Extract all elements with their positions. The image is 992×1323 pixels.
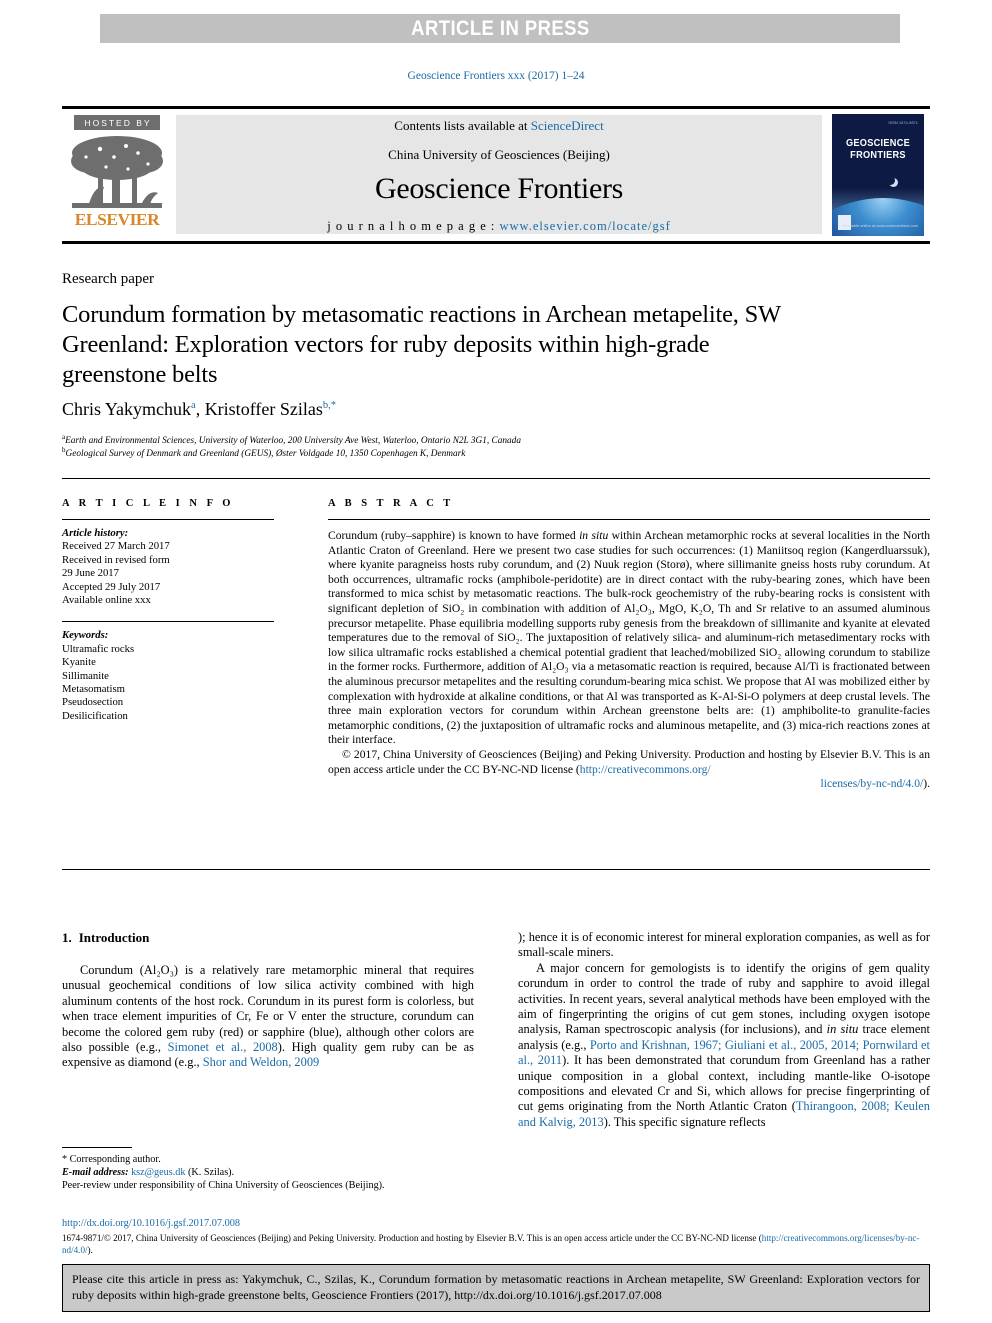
- abstract-body: Corundum (ruby–sapphire) is known to hav…: [328, 529, 930, 792]
- history-item: Received 27 March 2017: [62, 540, 170, 553]
- elsevier-hosted-block: HOSTED BY ELSEVIER: [62, 109, 172, 241]
- cover-issn-mark: ISSN 1674-9871: [888, 120, 918, 125]
- intro-paragraph-2: A major concern for gemologists is to id…: [518, 961, 930, 1130]
- body-column-left: 1. Introduction Corundum (Al₂O₃) is a rel…: [62, 930, 474, 1071]
- journal-cover-block: ISSN 1674-9871 GEOSCIENCE FRONTIERS Avai…: [826, 109, 930, 241]
- running-head: Geoscience Frontiers xxx (2017) 1–24: [407, 70, 585, 82]
- corresponding-author-marker: *: [330, 400, 336, 411]
- license-link-part1[interactable]: http://creativecommons.org/: [580, 763, 711, 776]
- keyword-item: Sillimanite: [62, 669, 109, 682]
- journal-masthead: HOSTED BY ELSEVIER Contents lists availa…: [62, 106, 930, 244]
- contents-lists-line: Contents lists available at ScienceDirec…: [394, 118, 603, 134]
- abstract-rule: [328, 519, 930, 520]
- abstract-part-1: Corundum (ruby–sapphire) is known to hav…: [328, 529, 580, 542]
- cite-this-article-box: Please cite this article in press as: Ya…: [62, 1264, 930, 1313]
- email-suffix: (K. Szilas).: [185, 1167, 235, 1178]
- homepage-label: j o u r n a l h o m e p a g e :: [327, 218, 496, 233]
- intro-p2-d: ). This specific signature reflects: [603, 1114, 766, 1129]
- author-separator: ,: [195, 399, 205, 419]
- elsevier-wordmark: ELSEVIER: [74, 210, 160, 229]
- license-footer-text-a: 1674-9871/© 2017, China University of Ge…: [62, 1233, 762, 1243]
- cover-moon-icon: [886, 176, 895, 185]
- copyright-end: ).: [923, 777, 930, 791]
- footnote-rule: [62, 1147, 132, 1148]
- affiliation-b: bGeological Survey of Denmark and Greenl…: [62, 444, 862, 460]
- license-footer-text-b: ).: [87, 1244, 93, 1255]
- peer-review-note: Peer-review under responsibility of Chin…: [62, 1180, 385, 1191]
- intro-paragraph-1: Corundum (Al₂O₃) is a relatively rare me…: [62, 963, 474, 1071]
- keyword-item: Ultramafic rocks: [62, 642, 135, 655]
- author-list: Chris Yakymchuka, Kristoffer Szilasb,*: [62, 399, 336, 420]
- history-item: Available online xxx: [62, 594, 151, 607]
- keywords-label: Keywords:: [62, 629, 109, 642]
- article-info-column: A R T I C L E I N F O Article history: R…: [62, 498, 274, 723]
- keywords-rule: [62, 621, 274, 623]
- article-info-heading: A R T I C L E I N F O: [62, 498, 234, 509]
- keyword-item: Metasomatism: [62, 683, 125, 696]
- masthead-center: Contents lists available at ScienceDirec…: [176, 115, 822, 234]
- keyword-item: Desilicification: [62, 709, 128, 722]
- cover-footer-text: Available online at www.sciencedirect.co…: [842, 223, 918, 228]
- section-number: 1.: [62, 930, 72, 945]
- doi-link[interactable]: http://dx.doi.org/10.1016/j.gsf.2017.07.…: [62, 1218, 240, 1229]
- journal-cover-image: ISSN 1674-9871 GEOSCIENCE FRONTIERS Avai…: [832, 114, 924, 236]
- intro-p2-italic: in situ: [826, 1022, 859, 1037]
- author-name-2: Kristoffer Szilas: [204, 399, 323, 419]
- article-page: ARTICLE IN PRESS Geoscience Frontiers xx…: [0, 0, 992, 1323]
- history-item: 29 June 2017: [62, 567, 119, 580]
- keyword-item: Pseudosection: [62, 696, 124, 709]
- abstract-column: A B S T R A C T Corundum (ruby–sapphire)…: [328, 498, 930, 792]
- author-2-affiliation-marker: b,: [322, 400, 331, 411]
- contents-lists-prefix: Contents lists available at: [394, 117, 531, 133]
- keywords-block: Keywords: Ultramafic rocks Kyanite Silli…: [62, 629, 274, 723]
- info-section-top-rule: [62, 478, 930, 479]
- footnotes-block: * Corresponding author. E-mail address: …: [62, 1147, 474, 1192]
- email-note: E-mail address: ksz@geus.dk (K. Szilas).: [62, 1166, 474, 1179]
- article-history-block: Article history: Received 27 March 2017 …: [62, 527, 274, 607]
- journal-homepage-line: j o u r n a l h o m e p a g e : www.else…: [327, 219, 671, 234]
- license-link-line2: licenses/by-nc-nd/4.0/).: [328, 777, 930, 792]
- corresponding-author-note: * Corresponding author.: [62, 1154, 161, 1165]
- body-column-right: ); hence it is of economic interest for …: [518, 930, 930, 1130]
- email-label: E-mail address:: [62, 1167, 129, 1178]
- affiliation-b-text: Geological Survey of Denmark and Greenla…: [65, 449, 466, 460]
- author-name-1: Chris Yakymchuk: [62, 399, 192, 419]
- history-item: Accepted 29 July 2017: [62, 580, 161, 593]
- cover-title-line2: FRONTIERS: [850, 150, 906, 161]
- hosted-by-badge: HOSTED BY: [74, 115, 160, 130]
- abstract-bottom-rule: [62, 869, 930, 870]
- cover-title: GEOSCIENCE FRONTIERS: [836, 138, 921, 162]
- intro-paragraph-1-continued: ); hence it is of economic interest for …: [518, 930, 930, 961]
- abstract-italic-in-situ: in situ: [579, 529, 609, 542]
- intro-p1-c: ); hence it is of economic interest for …: [518, 930, 930, 960]
- citation-simonet-2008[interactable]: Simonet et al., 2008: [168, 1040, 278, 1054]
- elsevier-tree-icon: [70, 133, 164, 209]
- email-link[interactable]: ksz@geus.dk: [131, 1167, 185, 1178]
- publisher-line: China University of Geosciences (Beijing…: [388, 146, 610, 162]
- abstract-copyright: © 2017, China University of Geosciences …: [328, 748, 930, 792]
- section-heading-introduction: 1. Introduction: [62, 930, 474, 946]
- article-in-press-label: ARTICLE IN PRESS: [410, 16, 590, 40]
- history-item: Received in revised form: [62, 553, 170, 566]
- article-in-press-banner: ARTICLE IN PRESS: [100, 14, 900, 43]
- license-link-part2[interactable]: licenses/by-nc-nd/4.0/: [821, 777, 924, 790]
- abstract-part-2: within Archean metamorphic rocks at seve…: [328, 529, 931, 747]
- journal-title: Geoscience Frontiers: [374, 171, 624, 205]
- article-type-label: Research paper: [62, 271, 155, 287]
- homepage-url-link[interactable]: www.elsevier.com/locate/gsf: [499, 219, 670, 233]
- abstract-heading: A B S T R A C T: [328, 498, 454, 509]
- cover-title-line1: GEOSCIENCE: [845, 138, 911, 149]
- citation-shor-weldon-2009[interactable]: Shor and Weldon, 2009: [203, 1055, 319, 1069]
- section-title: Introduction: [78, 930, 150, 945]
- article-history-label: Article history:: [62, 527, 129, 539]
- keyword-item: Kyanite: [62, 656, 96, 669]
- article-info-rule: [62, 519, 274, 520]
- page-title: Corundum formation by metasomatic reacti…: [62, 301, 781, 388]
- sciencedirect-link[interactable]: ScienceDirect: [531, 118, 604, 133]
- license-footer: 1674-9871/© 2017, China University of Ge…: [62, 1233, 934, 1256]
